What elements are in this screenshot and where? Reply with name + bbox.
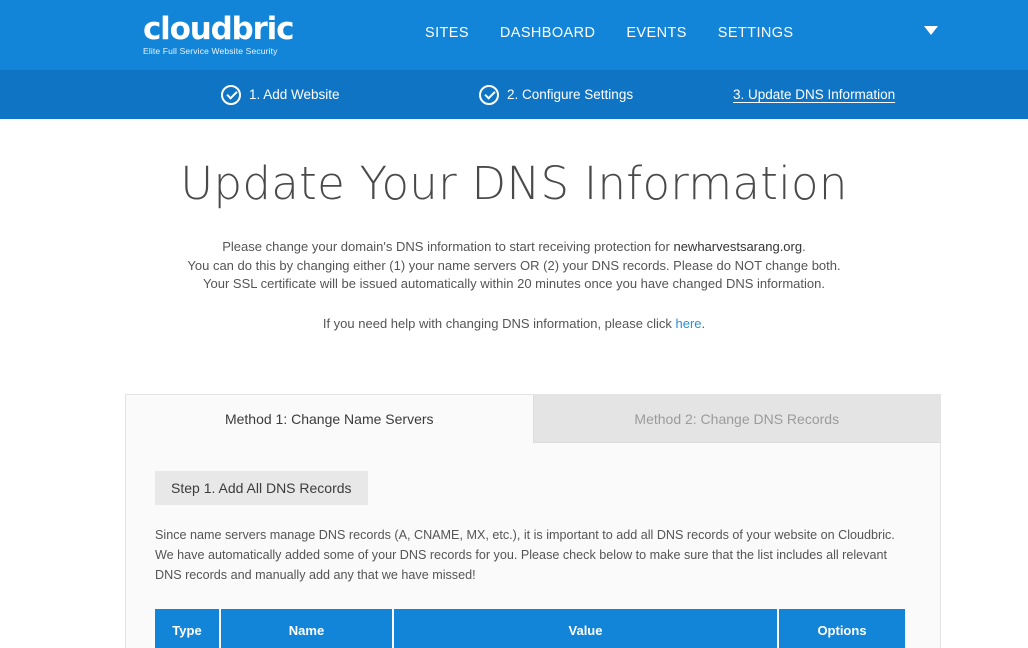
cloudbric-logo[interactable]: cloudbric Elite Full Service Website Sec… xyxy=(143,14,303,57)
logo-tagline: Elite Full Service Website Security xyxy=(143,46,278,56)
page-title: Update Your DNS Information xyxy=(180,157,848,210)
dns-records-table: Type Name Value Options A Automatically … xyxy=(155,609,905,648)
tab-method-1-name-servers[interactable]: Method 1: Change Name Servers xyxy=(126,395,533,443)
column-header-options: Options xyxy=(779,609,905,648)
progress-step-update-dns[interactable]: 3. Update DNS Information xyxy=(733,70,895,119)
check-circle-icon xyxy=(479,84,499,105)
setup-progress-bar: 1. Add Website 2. Configure Settings 3. … xyxy=(0,70,1028,119)
intro-paragraph: Please change your domain's DNS informat… xyxy=(0,238,1028,294)
table-header-row: Type Name Value Options xyxy=(155,609,905,648)
intro-line-1: Please change your domain's DNS informat… xyxy=(0,238,1028,257)
progress-step-add-website[interactable]: 1. Add Website xyxy=(221,70,340,119)
column-header-value: Value xyxy=(394,609,779,648)
check-circle-icon xyxy=(221,84,241,105)
top-navigation-bar: cloudbric Elite Full Service Website Sec… xyxy=(0,0,1028,70)
method-tabs: Method 1: Change Name Servers Method 2: … xyxy=(126,395,940,443)
nav-item-sites[interactable]: SITES xyxy=(425,25,469,41)
method-panel: Method 1: Change Name Servers Method 2: … xyxy=(125,394,941,648)
protected-domain-name: newharvestsarang.org xyxy=(673,239,803,254)
progress-step-label: 1. Add Website xyxy=(249,87,340,102)
column-header-name: Name xyxy=(221,609,394,648)
chevron-down-icon[interactable] xyxy=(924,26,938,35)
intro-line-1-text: Please change your domain's DNS informat… xyxy=(222,239,674,254)
step-1-badge: Step 1. Add All DNS Records xyxy=(155,471,368,505)
column-header-type: Type xyxy=(155,609,221,648)
help-line: If you need help with changing DNS infor… xyxy=(0,316,1028,331)
tab-method-2-dns-records[interactable]: Method 2: Change DNS Records xyxy=(532,395,940,443)
nav-item-events[interactable]: EVENTS xyxy=(626,25,686,41)
account-menu[interactable] xyxy=(916,26,938,35)
progress-step-configure-settings[interactable]: 2. Configure Settings xyxy=(479,70,633,119)
method-panel-body: Step 1. Add All DNS Records Since name s… xyxy=(126,443,940,648)
intro-line-1-period: . xyxy=(802,239,806,254)
nav-item-dashboard[interactable]: DASHBOARD xyxy=(500,25,595,41)
help-line-text: If you need help with changing DNS infor… xyxy=(322,315,676,331)
help-here-link[interactable]: here xyxy=(675,316,701,331)
primary-nav-links: SITES DASHBOARD EVENTS SETTINGS xyxy=(425,25,794,41)
progress-step-label: 3. Update DNS Information xyxy=(733,87,896,102)
intro-line-3: Your SSL certificate will be issued auto… xyxy=(203,276,825,291)
intro-line-2: You can do this by changing either (1) y… xyxy=(187,257,841,273)
page-content: Update Your DNS Information Please chang… xyxy=(0,157,1028,648)
help-line-period: . xyxy=(701,315,706,331)
progress-step-label: 2. Configure Settings xyxy=(507,87,634,102)
nav-item-settings[interactable]: SETTINGS xyxy=(718,25,794,41)
step-1-description: Since name servers manage DNS records (A… xyxy=(155,528,895,582)
logo-wordmark: cloudbric xyxy=(143,11,294,47)
